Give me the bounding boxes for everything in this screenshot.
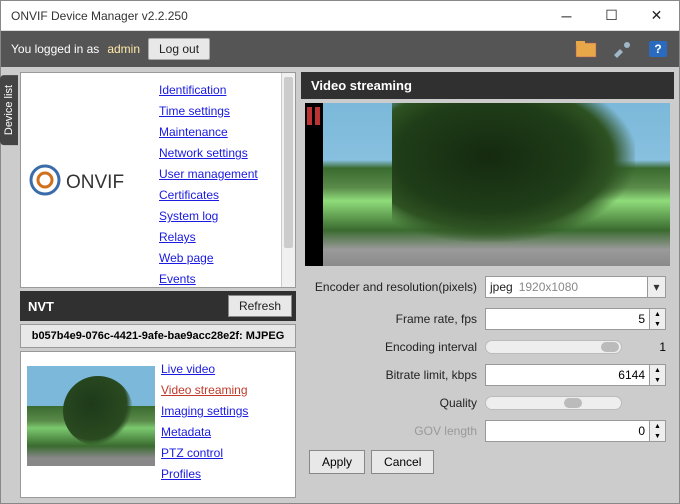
encoding-interval-label: Encoding interval <box>309 340 477 354</box>
bitrate-spinner[interactable]: ▲▼ <box>650 364 666 386</box>
framerate-label: Frame rate, fps <box>309 312 477 326</box>
profile-box: Live video Video streaming Imaging setti… <box>20 351 296 498</box>
link-imaging-settings[interactable]: Imaging settings <box>161 402 289 420</box>
link-maintenance[interactable]: Maintenance <box>159 123 289 141</box>
titlebar: ONVIF Device Manager v2.2.250 ─ ☐ ✕ <box>1 1 679 31</box>
video-thumbnail <box>27 366 155 466</box>
quality-label: Quality <box>309 396 477 410</box>
refresh-button[interactable]: Refresh <box>228 295 292 317</box>
link-relays[interactable]: Relays <box>159 228 289 246</box>
encoder-label: Encoder and resolution(pixels) <box>309 280 477 294</box>
bitrate-input[interactable] <box>485 364 650 386</box>
quality-slider[interactable] <box>485 396 622 410</box>
gov-label: GOV length <box>309 424 477 438</box>
link-metadata[interactable]: Metadata <box>161 423 289 441</box>
svg-text:?: ? <box>654 42 661 56</box>
device-id[interactable]: b057b4e9-076c-4421-9afe-bae9acc28e2f: MJ… <box>20 324 296 348</box>
window-title: ONVIF Device Manager v2.2.250 <box>11 9 544 23</box>
minimize-button[interactable]: ─ <box>544 1 589 31</box>
framerate-spinner[interactable]: ▲▼ <box>650 308 666 330</box>
encoder-value: jpeg <box>490 280 513 294</box>
link-ptz-control[interactable]: PTZ control <box>161 444 289 462</box>
link-time-settings[interactable]: Time settings <box>159 102 289 120</box>
device-info-box: ONVIF Identification Time settings Maint… <box>20 72 296 288</box>
right-panel: Video streaming Encoder and resolution(p… <box>301 72 674 498</box>
help-icon[interactable]: ? <box>647 40 669 58</box>
onvif-logo: ONVIF <box>21 73 153 287</box>
username: admin <box>107 42 140 56</box>
settings-form: Encoder and resolution(pixels) jpeg 1920… <box>301 276 674 450</box>
framerate-input[interactable] <box>485 308 650 330</box>
encoding-interval-slider[interactable] <box>485 340 622 354</box>
resolution-value: 1920x1080 <box>519 280 578 294</box>
panel-header: Video streaming <box>301 72 674 99</box>
link-profiles[interactable]: Profiles <box>161 465 289 483</box>
left-panel: ONVIF Identification Time settings Maint… <box>20 72 296 498</box>
apply-button[interactable]: Apply <box>309 450 365 474</box>
links-scrollbar[interactable] <box>281 73 295 287</box>
encoder-select[interactable]: jpeg 1920x1080 ▾ <box>485 276 666 298</box>
logged-in-label: You logged in as <box>11 42 99 56</box>
action-buttons: Apply Cancel <box>301 450 674 482</box>
app-window: ONVIF Device Manager v2.2.250 ─ ☐ ✕ You … <box>0 0 680 504</box>
tools-icon[interactable] <box>611 40 633 58</box>
link-live-video[interactable]: Live video <box>161 360 289 378</box>
link-certificates[interactable]: Certificates <box>159 186 289 204</box>
main-body: Device list ONVIF Identification Time se… <box>1 67 679 503</box>
chevron-down-icon: ▾ <box>647 277 665 297</box>
svg-text:ONVIF: ONVIF <box>66 172 124 193</box>
link-user-management[interactable]: User management <box>159 165 289 183</box>
pause-icon[interactable] <box>307 107 321 125</box>
profile-links: Live video Video streaming Imaging setti… <box>161 358 289 491</box>
device-list-tab[interactable]: Device list <box>0 75 18 145</box>
folder-icon[interactable] <box>575 40 597 58</box>
link-identification[interactable]: Identification <box>159 81 289 99</box>
close-button[interactable]: ✕ <box>634 1 679 31</box>
nvt-label: NVT <box>28 299 228 314</box>
encoding-interval-value: 1 <box>630 340 666 354</box>
link-events[interactable]: Events <box>159 270 289 287</box>
link-system-log[interactable]: System log <box>159 207 289 225</box>
gov-spinner[interactable]: ▲▼ <box>650 420 666 442</box>
video-frame <box>323 103 670 266</box>
link-web-page[interactable]: Web page <box>159 249 289 267</box>
bitrate-label: Bitrate limit, kbps <box>309 368 477 382</box>
logout-button[interactable]: Log out <box>148 38 210 60</box>
device-links: Identification Time settings Maintenance… <box>153 73 295 287</box>
cancel-button[interactable]: Cancel <box>371 450 434 474</box>
video-preview <box>305 103 670 266</box>
maximize-button[interactable]: ☐ <box>589 1 634 31</box>
topbar: You logged in as admin Log out ? <box>1 31 679 67</box>
nvt-header: NVT Refresh <box>20 291 296 321</box>
link-network-settings[interactable]: Network settings <box>159 144 289 162</box>
gov-input[interactable] <box>485 420 650 442</box>
link-video-streaming[interactable]: Video streaming <box>161 381 289 399</box>
